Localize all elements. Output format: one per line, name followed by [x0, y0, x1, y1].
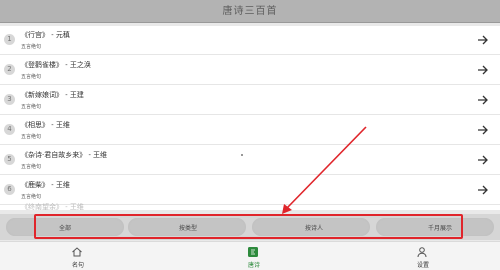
tab-label: 名句: [71, 262, 84, 269]
poem-title: 《新嫁娘词》 - 王建: [21, 91, 84, 99]
index-badge: 6: [4, 184, 15, 195]
poem-title: 《相思》 - 王维: [21, 121, 70, 129]
list-item[interactable]: 6 《鹿柴》 - 王维 五言绝句: [0, 176, 500, 205]
arrow-right-icon[interactable]: [476, 123, 490, 137]
app-header: 唐诗三百首: [0, 0, 500, 23]
list-item-partial[interactable]: 《终南望余》 - 王维: [21, 202, 84, 212]
page-title: 唐诗三百首: [222, 6, 278, 17]
poem-title: 《登鹳雀楼》 - 王之涣: [21, 61, 91, 69]
poem-type: 五言绝句: [21, 74, 42, 80]
arrow-right-icon[interactable]: [476, 153, 490, 167]
index-badge: 2: [4, 64, 15, 75]
decorative-dot: [241, 154, 243, 156]
poem-list[interactable]: 1 《行宫》 - 元稹 五言绝句 2 《登鹳雀楼》 - 王之涣 五言绝句 3 《…: [0, 26, 500, 210]
index-badge: 3: [4, 94, 15, 105]
poem-type: 五言绝句: [21, 164, 42, 170]
tab-label: 设置: [416, 262, 429, 269]
arrow-right-icon[interactable]: [476, 93, 490, 107]
home-icon: [72, 247, 82, 257]
poem-type: 五言绝句: [21, 44, 42, 50]
tab-label: 唐诗: [247, 262, 260, 269]
arrow-right-icon[interactable]: [476, 183, 490, 197]
list-item[interactable]: 3 《新嫁娘词》 - 王建 五言绝句: [0, 86, 500, 115]
index-badge: 5: [4, 154, 15, 165]
poem-icon: [248, 247, 258, 257]
poem-type: 五言绝句: [21, 104, 42, 110]
tab-famous-lines[interactable]: 名句: [48, 242, 108, 270]
index-badge: 4: [4, 124, 15, 135]
list-item[interactable]: 5 《杂诗·君自故乡来》 - 王维 五言绝句: [0, 146, 500, 175]
tab-tang-poems[interactable]: 唐诗: [224, 242, 284, 270]
tab-settings[interactable]: 设置: [393, 242, 453, 270]
poem-title: 《行宫》 - 元稹: [21, 31, 70, 39]
index-badge: 1: [4, 34, 15, 45]
poem-title: 《鹿柴》 - 王维: [21, 181, 70, 189]
arrow-right-icon[interactable]: [476, 63, 490, 77]
list-item[interactable]: 1 《行宫》 - 元稹 五言绝句: [0, 26, 500, 55]
list-item[interactable]: 2 《登鹳雀楼》 - 王之涣 五言绝句: [0, 56, 500, 85]
arrow-right-icon[interactable]: [476, 33, 490, 47]
poem-title: 《杂诗·君自故乡来》 - 王维: [21, 151, 108, 159]
poem-type: 五言绝句: [21, 134, 42, 140]
highlight-box: [34, 214, 463, 239]
user-icon: [417, 247, 427, 258]
list-item[interactable]: 4 《相思》 - 王维 五言绝句: [0, 116, 500, 145]
bottom-tab-bar: 名句 唐诗 设置: [0, 241, 500, 270]
poem-type: 五言绝句: [21, 194, 42, 200]
